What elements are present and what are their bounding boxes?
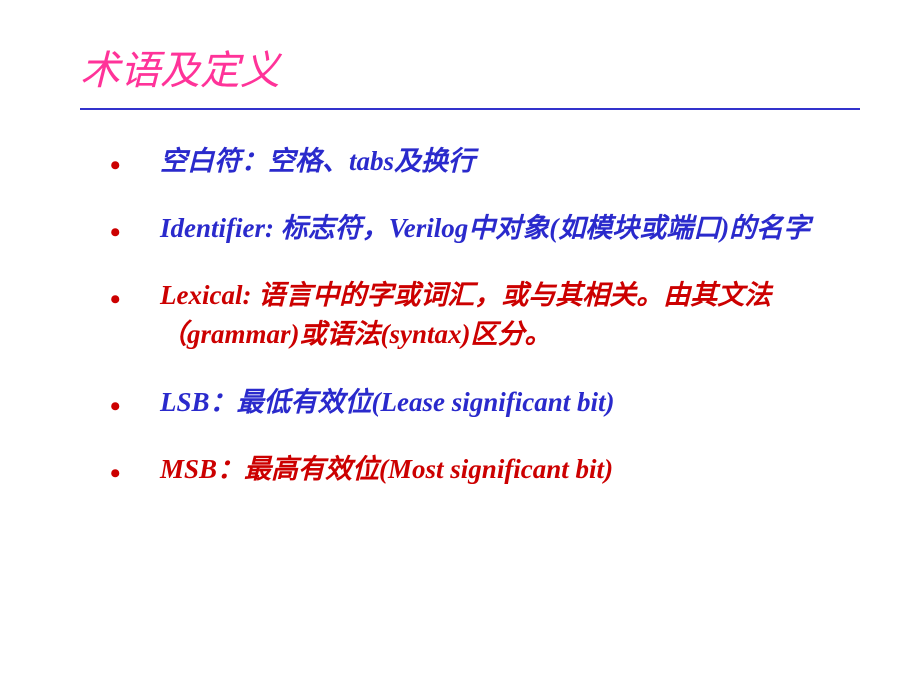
- list-item: Lexical: 语言中的字或词汇，或与其相关。由其文法（grammar)或语法…: [110, 276, 860, 354]
- list-item: 空白符：空格、tabs及换行: [110, 142, 860, 181]
- list-item: Identifier: 标志符，Verilog中对象(如模块或端口)的名字: [110, 209, 860, 248]
- definition-list: 空白符：空格、tabs及换行 Identifier: 标志符，Verilog中对…: [80, 142, 860, 489]
- list-item: LSB：最低有效位(Lease significant bit): [110, 383, 860, 422]
- slide-container: 术语及定义 空白符：空格、tabs及换行 Identifier: 标志符，Ver…: [0, 0, 920, 690]
- title-divider: [80, 108, 860, 110]
- list-item: MSB：最高有效位(Most significant bit): [110, 450, 860, 489]
- slide-title: 术语及定义: [80, 38, 860, 96]
